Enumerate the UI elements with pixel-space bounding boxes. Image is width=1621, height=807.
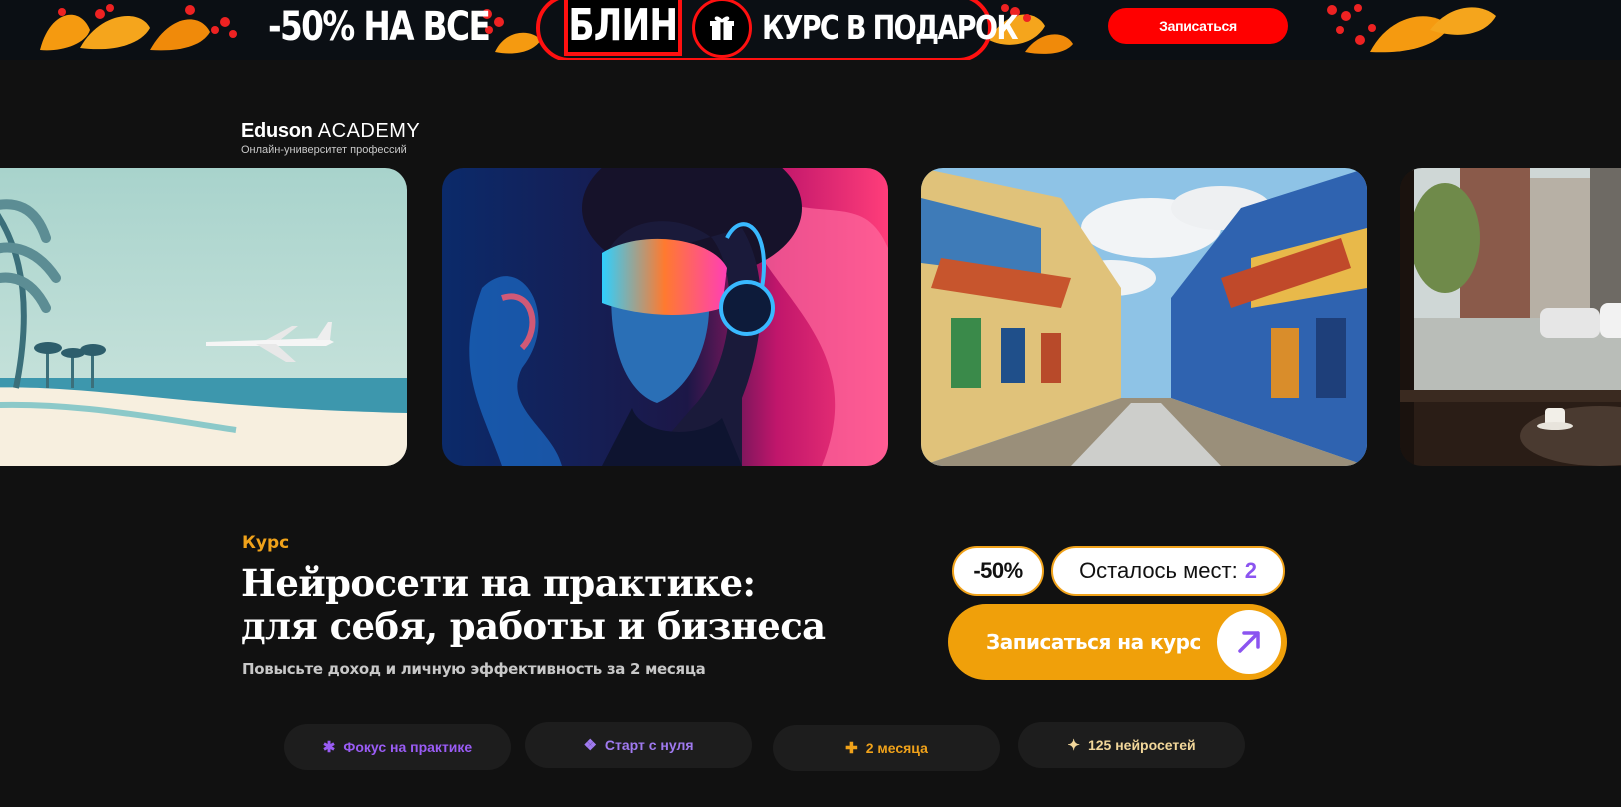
vr-woman-neon-image [442, 168, 888, 466]
feature-chip-label: 125 нейросетей [1087, 737, 1196, 753]
carousel-card-street[interactable] [921, 168, 1367, 466]
ornament-left-icon [40, 4, 237, 51]
sparkle-icon: ✦ [1067, 737, 1080, 754]
carousel-card-beach[interactable] [0, 168, 407, 466]
promo-blin-box: БЛИН [564, 0, 682, 56]
asterisk-icon: ✱ [322, 739, 336, 756]
course-subtitle: Повысьте доход и личную эффективность за… [242, 660, 706, 678]
logo-brand-bold: Eduson [241, 120, 313, 142]
feature-chip-practice: ✱ Фокус на практике [284, 724, 511, 770]
course-title-line-1: Нейросети на практике: [241, 561, 756, 605]
feature-chip-label: 2 месяца [865, 740, 928, 756]
course-title-line-2: для себя, работы и бизнеса [241, 604, 826, 648]
promo-blin-text: БЛИН [568, 0, 679, 51]
seats-left-count: 2 [1244, 558, 1257, 583]
promo-banner: -50% НА ВСЕ БЛИН КУРС В ПОДАРОК Записать… [0, 0, 1621, 60]
plus-icon: ✚ [845, 740, 858, 757]
gift-icon [692, 0, 752, 58]
banner-signup-button[interactable]: Записаться [1108, 8, 1288, 44]
enroll-course-label: Записаться на курс [986, 630, 1201, 654]
discount-badge: -50% [952, 546, 1044, 596]
carousel-card-cafe[interactable] [1400, 168, 1621, 466]
painted-street-image [921, 168, 1367, 466]
feature-chip-networks: ✦ 125 нейросетей [1018, 722, 1245, 768]
seats-left-badge: Осталось мест: 2 [1051, 546, 1285, 596]
feature-chip-label: Фокус на практике [343, 739, 473, 755]
logo-brand: Eduson ACADEMY [241, 120, 420, 143]
feature-chip-label: Старт с нуля [604, 737, 694, 753]
carousel-card-vr[interactable] [442, 168, 888, 466]
enroll-course-button[interactable]: Записаться на курс [948, 604, 1287, 680]
promo-gift-text: КУРС В ПОДАРОК [762, 8, 1018, 47]
diamond-cluster-icon: ❖ [583, 737, 597, 754]
arrow-up-right-icon [1217, 610, 1281, 674]
course-title: Нейросети на практике: для себя, работы … [241, 562, 826, 648]
course-kicker: Курс [242, 533, 290, 553]
beach-airplane-image [0, 168, 407, 466]
feature-chip-start: ❖ Старт с нуля [525, 722, 752, 768]
feature-chip-duration: ✚ 2 месяца [773, 725, 1000, 771]
logo-tagline: Онлайн-университет профессий [241, 144, 407, 156]
seats-left-label: Осталось мест: [1079, 558, 1238, 583]
image-carousel[interactable] [0, 168, 1621, 466]
city-cafe-window-image [1400, 168, 1621, 466]
promo-discount-text: -50% НА ВСЕ [268, 4, 491, 50]
logo-brand-light: ACADEMY [317, 120, 421, 142]
ornament-right-icon [1327, 4, 1496, 53]
eduson-logo[interactable]: Eduson ACADEMY Онлайн-университет профес… [241, 120, 420, 156]
